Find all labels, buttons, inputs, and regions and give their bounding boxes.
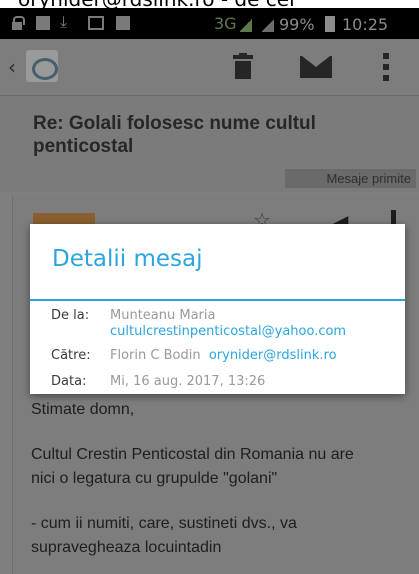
dialog-divider [30,299,405,301]
dialog-title: Detalii mesaj [52,246,203,272]
email-app-icon[interactable] [26,50,58,82]
body-line: Cultul Crestin Penticostal din Romania n… [31,446,354,463]
top-caption-text: orynider@rdslink.ro - de cel [18,0,295,8]
overflow-menu-icon[interactable] [383,53,389,81]
from-label: De la: [51,308,90,323]
date-label: Data: [51,374,87,389]
to-email-link[interactable]: orynider@rdslink.ro [209,348,337,363]
message-subject: Re: Golali folosesc nume cultul penticos… [33,113,316,157]
message-header: Re: Golali folosesc nume cultul penticos… [0,96,419,192]
from-value: Munteanu Maria cultulcrestinpenticostal@… [110,308,346,340]
to-name: Florin C Bodin [110,348,201,363]
image-notification-icon [36,16,50,30]
to-label: Către: [51,348,91,363]
body-line: nici o legatura cu grupulde "golani" [31,470,278,487]
action-bar: ‹ [0,39,419,96]
body-line: - cum ii numiti, care, sustineti dvs., v… [31,515,297,532]
envelope-icon[interactable] [300,56,332,78]
message-details-dialog: Detalii mesaj De la: Munteanu Maria cult… [30,224,405,394]
from-name: Munteanu Maria [110,308,216,323]
body-greeting: Stimate domn, [31,401,135,418]
from-email-link[interactable]: cultulcrestinpenticostal@yahoo.com [110,324,346,339]
app-notification-icon [116,16,130,30]
signal-icon [240,18,252,32]
body-line: supravegheaza locuintadin [31,539,222,556]
signal-secondary-icon [262,18,274,32]
lock-icon [12,16,25,30]
clock: 10:25 [342,15,389,34]
date-value: Mi, 16 aug. 2017, 13:26 [110,374,266,389]
gmail-notification-icon [88,16,104,30]
status-bar: ⤓ 3G 99% 10:25 [0,8,419,39]
chevron-left-icon[interactable]: ‹ [8,57,20,77]
folder-label[interactable]: Mesaje primite [285,169,416,188]
battery-percent: 99% [279,15,315,34]
trash-icon[interactable] [233,53,253,81]
network-type-label: 3G [214,14,237,33]
top-caption: orynider@rdslink.ro - de cel [0,0,419,8]
battery-icon [325,16,335,32]
download-icon: ⤓ [60,12,68,31]
to-value: Florin C Bodin orynider@rdslink.ro [110,348,337,364]
